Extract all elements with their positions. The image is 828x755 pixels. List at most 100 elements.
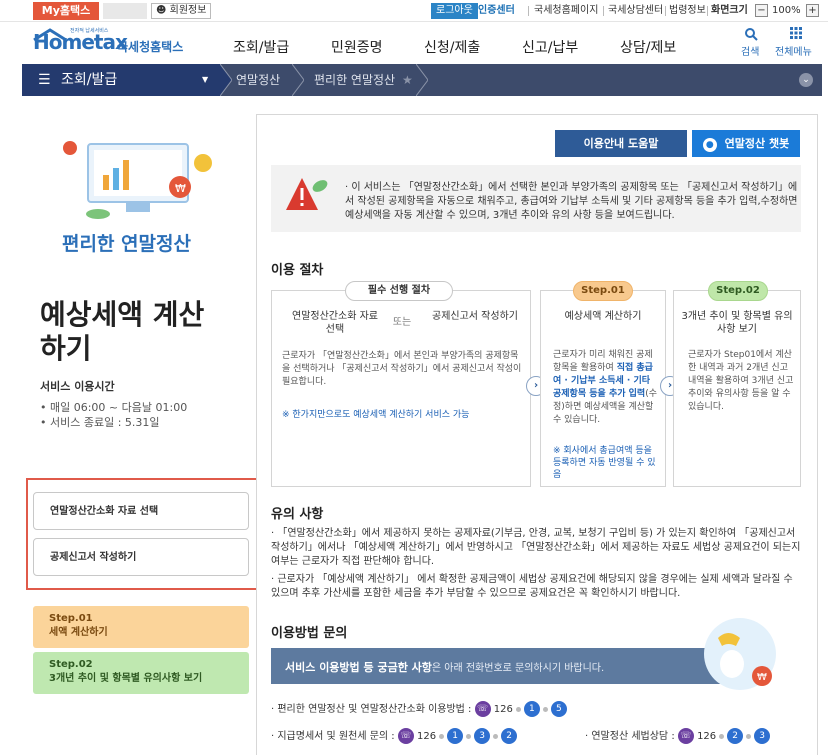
search-icon [745, 28, 758, 41]
step1-nav-button[interactable]: Step.01 세액 계산하기 [33, 606, 249, 648]
favorite-star-icon[interactable]: ★ [402, 64, 413, 96]
step2-nav-label: Step.02 [49, 659, 93, 670]
chevron-right-icon [220, 64, 232, 96]
keypad-number: 2 [727, 728, 744, 744]
chevron-right-icon [292, 64, 304, 96]
zoom-value: 100% [772, 5, 801, 16]
proc-simplified-heading: 연말정산간소화 자료 선택 [292, 311, 378, 335]
dot-separator [515, 706, 521, 712]
step2-pill: Step.02 [708, 281, 768, 301]
member-info-button[interactable]: ☻ 회원정보 [151, 3, 212, 19]
phone-line-label: · 연말정산 세법상담 : [585, 731, 675, 742]
breadcrumb-expand-icon[interactable]: ⌄ [799, 73, 813, 87]
step2-nav-button[interactable]: Step.02 3개년 추이 및 항목별 유의사항 보기 [33, 652, 249, 694]
chatbot-icon: ● [702, 138, 717, 152]
dot-separator [466, 733, 472, 739]
inquiry-banner-text: 서비스 이용방법 등 궁금한 사항은 아래 전화번호로 문의하시기 바랍니다. [285, 659, 604, 675]
gnb-application[interactable]: 신청/제출 [424, 37, 480, 57]
hamburger-icon: ☰ [38, 72, 51, 88]
service-hours-item: • 서비스 종료일 : 5.31일 [40, 416, 160, 429]
breadcrumb-item-yearend[interactable]: 연말정산 [236, 64, 280, 96]
keypad-number: 3 [754, 728, 771, 744]
user-icon: ☻ [156, 5, 167, 16]
step1-nav-text: 세액 계산하기 [49, 627, 108, 638]
caution-item: · 근로자가 「예상세액 계산하기」 에서 확정한 공제금액이 세법상 공제요건… [271, 574, 793, 599]
page-title: 예상세액 계산하기 [40, 298, 205, 365]
inquiry-heading: 이용방법 문의 [271, 626, 348, 641]
divider [603, 6, 604, 16]
gnb-filing[interactable]: 신고/납부 [522, 37, 578, 57]
breadcrumb-item-convenient[interactable]: 편리한 연말정산 [314, 64, 395, 96]
required-step-pill: 필수 선행 절차 [345, 281, 453, 301]
proc-required-note: ※ 한가지만으로도 예상세액 계산하기 서비스 가능 [282, 410, 470, 420]
phone-line-convenient: · 편리한 연말정산 및 연말정산간소화 이용방법 : ☏ 126 1 5 [271, 701, 567, 719]
logout-button[interactable]: 로그아웃 [431, 3, 478, 19]
inquiry-banner-rest: 은 아래 전화번호로 문의하시기 바랍니다. [431, 663, 605, 674]
grid-icon [790, 27, 802, 39]
keypad-number: 3 [474, 728, 491, 744]
nts-home-link[interactable]: 국세청홈페이지 [534, 4, 598, 18]
divider [665, 6, 666, 16]
step1-pill: Step.01 [573, 281, 633, 301]
chevron-right-icon [416, 64, 428, 96]
keypad-number: 1 [447, 728, 464, 744]
phone-line-withholding: · 지급명세서 및 원천세 문의 : ☏ 126 1 3 2 [271, 728, 518, 746]
phone-number: 126 [697, 731, 717, 742]
law-info-link[interactable]: 법령정보 [669, 4, 706, 18]
divider [707, 6, 708, 16]
step2-nav-text: 3개년 추이 및 항목별 유의사항 보기 [49, 673, 203, 684]
notice-text: · 이 서비스는 「연말정산간소화」에서 선택한 본인과 부양가족의 공제항목 … [345, 182, 798, 221]
step1-heading: 예상세액 계산하기 [564, 311, 642, 322]
service-hours-heading: 서비스 이용시간 [40, 380, 115, 393]
step2-body: 근로자가 Step01에서 계산한 내역과 과거 2개년 신고내역을 활용하여 … [688, 350, 794, 412]
zoom-in-button[interactable]: + [806, 4, 819, 17]
warning-icon [286, 178, 328, 210]
auth-center-link[interactable]: 인증센터 [478, 4, 515, 18]
usage-guide-button[interactable]: 이용안내 도움말 [555, 130, 687, 157]
logo-wordmark: Hometax [33, 30, 128, 54]
phone-number: 126 [493, 704, 513, 715]
breadcrumb-main-label: 조회/발급 [61, 72, 118, 88]
keypad-number: 2 [501, 728, 518, 744]
simplified-data-select-button[interactable]: 연말정산간소화 자료 선택 [33, 492, 249, 530]
service-hours-item: • 매일 06:00 ~ 다음날 01:00 [40, 401, 188, 414]
chatbot-button[interactable]: ● 연말정산 챗봇 [692, 130, 800, 157]
gnb-certificates[interactable]: 민원증명 [331, 37, 383, 57]
my-hometax-tab[interactable]: My홈택스 [33, 2, 99, 20]
procedure-heading: 이용 절차 [271, 263, 324, 278]
top-utility-bar: My홈택스 ☻ 회원정보 로그아웃 인증센터 국세청홈페이지 국세상담센터 법령… [0, 0, 828, 22]
caution-heading: 유의 사항 [271, 507, 324, 522]
screen-size-label: 화면크기 [711, 5, 748, 16]
phone-line-tax-law: · 연말정산 세법상담 : ☏ 126 2 3 [585, 728, 771, 746]
user-name-placeholder [103, 3, 147, 19]
chatbot-label: 연말정산 챗봇 [724, 137, 790, 150]
step1-note: ※ 회사에서 총급여액 등을 등록하면 자동 반영될 수 있음 [553, 446, 656, 480]
caution-item: · 「연말정산간소화」에서 제공하지 못하는 공제자료(기부금, 안경, 교복,… [271, 528, 801, 567]
phone-icon: ☏ [677, 728, 694, 744]
zoom-out-button[interactable]: − [755, 4, 768, 17]
phone-icon: ☏ [397, 728, 414, 744]
dot-separator [746, 733, 752, 739]
svg-text:₩: ₩ [175, 182, 186, 195]
gnb-inquiry[interactable]: 조회/발급 [233, 37, 289, 57]
proc-required-body: 근로자가 「연말정산간소화」에서 본인과 부양가족의 공제항목을 선택하거나 「… [282, 351, 522, 387]
dot-separator [542, 706, 548, 712]
divider [528, 6, 529, 16]
keypad-number: 1 [523, 701, 540, 717]
phone-line-label: · 편리한 연말정산 및 연말정산간소화 이용방법 : [271, 704, 472, 715]
all-menu-label: 전체메뉴 [775, 47, 812, 58]
caret-down-icon: ▼ [202, 75, 209, 84]
breadcrumb-main-menu[interactable]: ☰ 조회/발급 ▼ [22, 64, 220, 96]
phone-icon: ☏ [474, 701, 491, 717]
monitor-illustration-icon: ₩ [63, 141, 212, 219]
proc-or-label: 또는 [392, 317, 412, 328]
step2-heading: 3개년 추이 및 항목별 유의사항 보기 [681, 311, 793, 335]
deduction-form-button[interactable]: 공제신고서 작성하기 [33, 538, 249, 576]
phone-call-illustration-icon: ₩ [704, 618, 776, 690]
step1-body: 근로자가 미리 채워진 공제항목을 활용하여 직접 총급여 · 기납부 소득세 … [553, 349, 659, 427]
gnb-consult[interactable]: 상담/제보 [620, 37, 676, 57]
step1-nav-label: Step.01 [49, 613, 93, 624]
tax-counsel-link[interactable]: 국세상담센터 [608, 4, 663, 18]
search-label: 검색 [741, 47, 760, 58]
phone-line-label: · 지급명세서 및 원천세 문의 : [271, 731, 395, 742]
